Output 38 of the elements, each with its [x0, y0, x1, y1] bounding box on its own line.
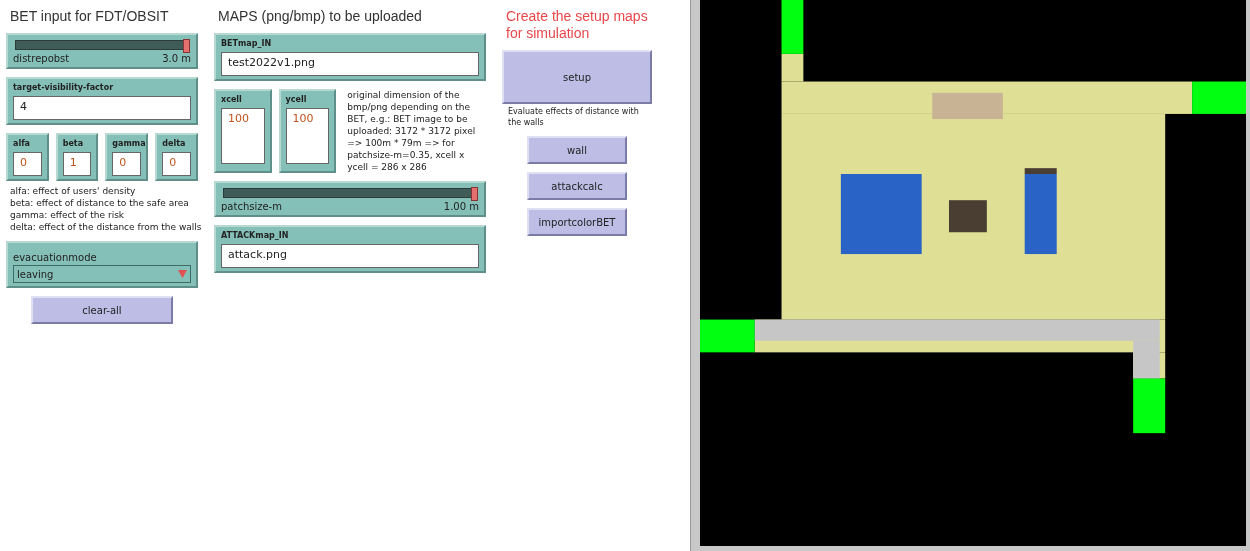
button[interactable]: wall [527, 136, 627, 164]
button[interactable]: setup [502, 50, 652, 104]
input-label: ATTACKmap_IN [221, 231, 290, 241]
button[interactable]: importcolorBET [527, 208, 627, 236]
slider-value: 3.0 m [162, 53, 191, 64]
input-label: xcell [221, 95, 243, 105]
section-heading: Create the setup maps for simulation [506, 8, 649, 42]
input-label: alfa [13, 139, 32, 149]
slider-value: 1.00 m [443, 201, 479, 212]
button[interactable]: clear-all [31, 296, 173, 324]
input-field[interactable]: 4 [13, 96, 191, 120]
input-field[interactable]: 0 [162, 152, 191, 176]
input-label: target-visibility-factor [13, 83, 115, 93]
button[interactable]: attackcalc [527, 172, 627, 200]
chooser-dropdown[interactable]: leaving [13, 265, 191, 283]
input-field[interactable]: 0 [112, 152, 142, 176]
input-label: delta [162, 139, 187, 149]
input-field[interactable]: 100 [221, 108, 265, 164]
input-field[interactable]: 100 [285, 108, 330, 164]
chooser-label: evacuationmode [13, 252, 97, 263]
slider-thumb[interactable] [183, 39, 190, 53]
section-heading: BET input for FDT/OBSIT [10, 8, 170, 25]
slider[interactable]: patchsize-m 1.00 m [214, 181, 486, 217]
note-text: Evaluate effects of distance with the walls [507, 106, 640, 128]
input-label: BETmap_IN [221, 39, 273, 49]
slider-thumb[interactable] [471, 187, 478, 201]
input-field[interactable]: test2022v1.png [221, 52, 479, 76]
slider-label: patchsize-m [221, 201, 282, 212]
input-label: beta [62, 139, 85, 149]
input-field[interactable]: 1 [62, 152, 92, 176]
section-heading: MAPS (png/bmp) to be uploaded [218, 8, 423, 25]
slider-label: distrepobst [13, 53, 70, 64]
input-field[interactable]: 0 [13, 152, 42, 176]
dropdown-arrow-icon [178, 270, 187, 278]
slider[interactable]: distrepobst 3.0 m [6, 33, 198, 69]
input-label: ycell [285, 95, 308, 105]
note-text: original dimension of the bmp/png depending on the BET, e.g.: BET image to be uploaded: 3172 * 3172 pixel => 100m * 79m => for patchsize-m=0.35, xcell x ycell = 286 x 286 [346, 89, 477, 173]
input-field[interactable]: attack.png [221, 244, 479, 268]
